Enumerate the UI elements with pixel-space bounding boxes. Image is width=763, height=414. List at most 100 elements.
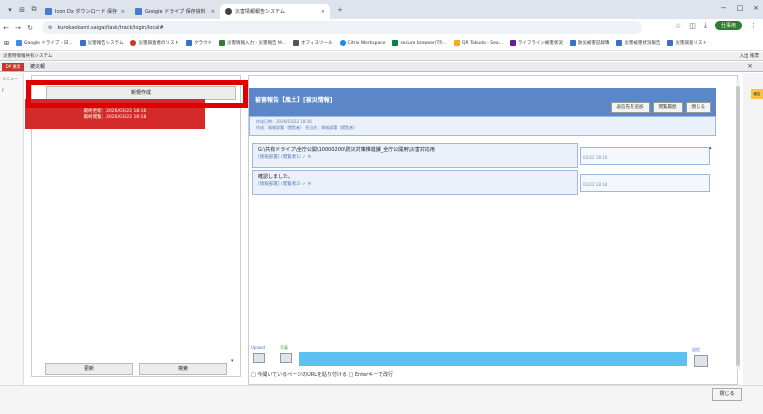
background-right-strip: 報告 (743, 73, 763, 403)
input-options[interactable]: □ 今開いているページのURLを貼り付ける □ Enterキーで改行 (251, 371, 393, 378)
message-input[interactable] (299, 352, 687, 366)
dialog-title-bar: 被災報 × (0, 62, 763, 72)
bg-menu-item: メニュー (2, 76, 18, 81)
message-meta[interactable]: [情報部署] (閲覧者2) ✓ ※ (258, 182, 572, 188)
bg-report-badge: 報告 (751, 89, 763, 99)
upload-label: Upload (251, 345, 266, 350)
report-author: 作成：情報部署（閲覧者） 担当先：情報部署（閲覧者） (256, 125, 358, 130)
close-report-button[interactable]: 閉じる (685, 102, 711, 113)
extensions-icon[interactable]: ◫ (689, 22, 696, 30)
browser-tab[interactable]: Google ドライブ 保存資料 × (130, 4, 220, 19)
toolbar-right: ☆ ◫ ⤓ 仕事用 ⋮ (675, 21, 757, 30)
bookmark-favicon-icon (16, 40, 23, 46)
minimize-button[interactable]: − (721, 4, 727, 12)
report-title: 被害報告【風土】[被災情報] (255, 97, 333, 104)
add-recipient-button[interactable]: 返信先を追加 (610, 102, 650, 113)
profile-button[interactable]: 仕事用 (714, 21, 742, 30)
bookmark-item[interactable]: オフィスツール (293, 40, 333, 46)
new-tab-button[interactable]: + (334, 6, 346, 14)
bookmark-favicon-icon (130, 40, 137, 46)
bookmark-item[interactable]: secure browser(Tf)... (392, 40, 447, 46)
bookmark-item[interactable]: QR Tokudo - Sea... (453, 40, 503, 46)
scrollbar-thumb[interactable] (736, 86, 740, 366)
bookmarks-bar: ⊞ Google ドライブ - 日... 災害報告システム 災害調査者のリスト … (0, 36, 763, 51)
photo-file-icon[interactable] (280, 353, 292, 363)
browser-tab-active[interactable]: 災害情報報告システム × (220, 4, 330, 19)
search-button[interactable]: 検索 (139, 363, 227, 375)
tab-favicon-icon (45, 8, 52, 15)
message-item: G:\共有ドライブ\全庁公開\10000200\防災対策推進課_全庁公開用\災害… (252, 143, 578, 168)
bookmark-favicon-icon (667, 40, 674, 46)
address-text: kurokaokami.saigai/task/track/login/loca… (57, 24, 164, 31)
right-scrollbar[interactable] (736, 80, 740, 370)
forward-icon[interactable]: → (12, 24, 24, 32)
send-icon[interactable] (694, 355, 708, 367)
tab-group-icon[interactable]: ⊞ (16, 6, 28, 14)
tab-title: Icon Dx ダウンロード 保存資料 (55, 9, 117, 15)
bookmark-favicon-icon (339, 40, 346, 46)
photo-label: 写真 (280, 345, 288, 350)
reload-icon[interactable]: ↻ (24, 24, 36, 32)
tab-close-icon[interactable]: × (211, 9, 215, 15)
footer-close-button[interactable]: 閉じる (712, 388, 742, 401)
card-viewed: 最終閲覧：2026/03/22 18:18 (83, 115, 147, 120)
refresh-button[interactable]: 更新 (45, 363, 133, 375)
window-controls: − □ × (721, 4, 759, 12)
maximize-button[interactable]: □ (737, 4, 744, 12)
bookmark-favicon-icon (509, 40, 516, 46)
tab-favicon-icon (135, 8, 142, 15)
address-row: ← → ↻ ⚙ kurokaokami.saigai/task/track/lo… (0, 19, 763, 36)
upload-file-icon[interactable] (253, 353, 265, 363)
bookmark-favicon-icon (218, 40, 225, 46)
message-meta[interactable]: [情報部署] (閲覧者1) ✓ ※ (258, 155, 572, 161)
message-time: 03/22 18:18 (580, 174, 710, 192)
dialog-footer (0, 385, 763, 414)
report-meta: 作成日時：2026/03/22 18:16 作成：情報部署（閲覧者） 担当先：情… (249, 116, 716, 136)
bookmark-favicon-icon (79, 40, 86, 46)
bookmark-star-icon[interactable]: ☆ (675, 22, 681, 30)
app-title-bar: 災害時情報共有システム 入出 帳票 (0, 52, 763, 61)
bookmark-item[interactable]: 災害被害状況報告 (616, 40, 660, 46)
bookmark-favicon-icon (616, 40, 623, 46)
site-info-icon[interactable]: ⚙ (48, 25, 52, 31)
menu-dots-icon[interactable]: ⋮ (750, 22, 757, 30)
bookmark-favicon-icon (185, 40, 192, 46)
bookmark-item[interactable]: Google ドライブ - 日... (16, 40, 73, 46)
view-history-button[interactable]: 閲覧履歴 (652, 102, 683, 113)
app-title-right[interactable]: 入出 帳票 (740, 52, 759, 61)
dialog-title: 被災報 (30, 64, 46, 70)
app-title: 災害時情報共有システム (3, 54, 53, 59)
tab-close-icon[interactable]: × (321, 9, 325, 15)
bookmark-item[interactable]: クラウド (185, 40, 212, 46)
tab-overview-icon[interactable]: ⧉ (28, 5, 40, 14)
left-pane-footer: 更新 検索 (31, 363, 241, 377)
highlight-annotation (26, 80, 248, 108)
bookmark-favicon-icon (569, 40, 576, 46)
bookmark-item[interactable]: Citrix Workspace (339, 40, 385, 46)
back-icon[interactable]: ← (0, 24, 12, 32)
bookmark-item[interactable]: 災害調査者のリスト (130, 40, 179, 46)
bg-menu-item: F (2, 88, 5, 93)
tab-close-icon[interactable]: × (121, 9, 125, 15)
messages-scroll-up-icon[interactable]: ▴ (709, 145, 712, 151)
address-bar[interactable]: ⚙ kurokaokami.saigai/task/track/login/lo… (42, 21, 642, 34)
dialog-close-icon[interactable]: × (747, 62, 753, 70)
bookmark-item[interactable]: 災害報告システム (79, 40, 123, 46)
download-icon[interactable]: ⤓ (704, 21, 707, 30)
tab-menu-icon[interactable]: ▾ (4, 6, 16, 14)
bookmark-item[interactable]: 防災被害記録簿 (569, 40, 609, 46)
bookmark-item[interactable]: 災害調査リスト (667, 40, 707, 46)
browser-tab[interactable]: Icon Dx ダウンロード 保存資料 × (40, 4, 130, 19)
bookmark-item[interactable]: 災害情報入力 - 災害報告 M... (218, 40, 286, 46)
message-item: 確認しました。 [情報部署] (閲覧者2) ✓ ※ (252, 170, 578, 195)
report-header-buttons: 返信先を追加 閲覧履歴 閉じる (610, 102, 711, 113)
message-time: 03/22 18:16 (580, 147, 710, 165)
apps-grid-icon[interactable]: ⊞ (4, 40, 9, 47)
tab-title: Google ドライブ 保存資料 (145, 9, 206, 15)
bookmark-item[interactable]: ライフライン被害状況 (509, 40, 563, 46)
bookmark-favicon-icon (392, 40, 399, 46)
bookmark-favicon-icon (293, 40, 300, 46)
close-window-button[interactable]: × (753, 4, 759, 12)
message-body: G:\共有ドライブ\全庁公開\10000200\防災対策推進課_全庁公開用\災害… (258, 147, 435, 153)
app-logo: DP 運用 (2, 63, 24, 71)
